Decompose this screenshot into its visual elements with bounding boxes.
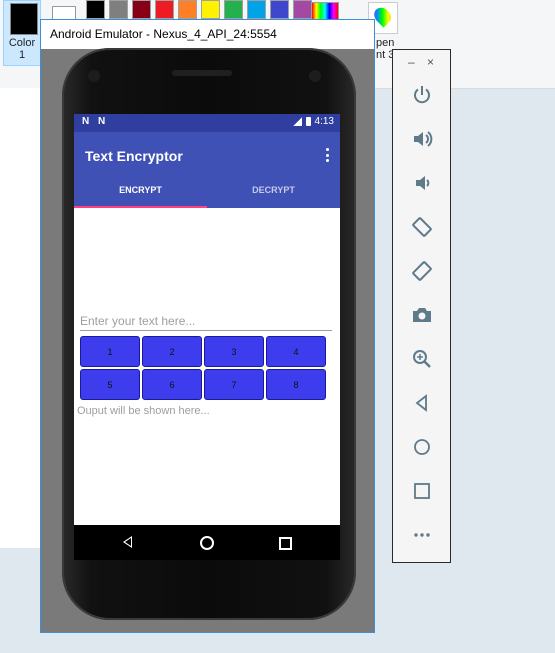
palette-swatch[interactable] — [86, 0, 105, 19]
palette-swatch[interactable] — [155, 0, 174, 19]
rotate-left-icon[interactable] — [408, 213, 436, 241]
nav-home-icon[interactable] — [200, 536, 214, 550]
text-input[interactable]: Enter your text here... — [80, 312, 332, 331]
toolbar-close-button[interactable]: × — [427, 55, 434, 69]
key-4-button[interactable]: 4 — [266, 336, 326, 367]
palette-swatch[interactable] — [109, 0, 128, 19]
palette-swatch[interactable] — [224, 0, 243, 19]
key-3-button[interactable]: 3 — [204, 336, 264, 367]
more-icon[interactable] — [408, 521, 436, 549]
overflow-menu-icon[interactable] — [326, 148, 330, 162]
volume-down-icon[interactable] — [408, 169, 436, 197]
key-1-button[interactable]: 1 — [80, 336, 140, 367]
power-icon[interactable] — [408, 81, 436, 109]
color1-swatch — [10, 3, 38, 35]
key-7-button[interactable]: 7 — [204, 369, 264, 400]
back-icon[interactable] — [408, 389, 436, 417]
key-2-button[interactable]: 2 — [142, 336, 202, 367]
emulator-toolbar: – × — [392, 49, 451, 563]
color1-button[interactable]: Color 1 — [3, 0, 41, 66]
palette-swatch[interactable] — [201, 0, 220, 19]
notification-n-icon: N — [82, 116, 90, 127]
nav-recents-icon[interactable] — [279, 537, 292, 550]
status-icons: 4:13 — [292, 116, 334, 127]
volume-up-icon[interactable] — [408, 125, 436, 153]
phone-camera — [309, 70, 321, 82]
output-text: Ouput will be shown here... — [77, 405, 210, 417]
battery-icon — [305, 117, 311, 126]
key-6-button[interactable]: 6 — [142, 369, 202, 400]
nav-back-icon[interactable] — [123, 536, 132, 548]
palette-swatch[interactable] — [178, 0, 197, 19]
key-grid: 1 2 3 4 5 6 7 8 — [80, 336, 326, 400]
overview-icon[interactable] — [408, 477, 436, 505]
paint-canvas[interactable] — [0, 88, 40, 548]
palette-swatch[interactable] — [132, 0, 151, 19]
toolbar-minimize-button[interactable]: – — [408, 55, 415, 69]
tab-indicator — [74, 206, 207, 208]
emulator-window-title: Android Emulator - Nexus_4_API_24:5554 — [50, 27, 277, 41]
key-8-button[interactable]: 8 — [266, 369, 326, 400]
camera-icon[interactable] — [408, 301, 436, 329]
app-bar: Text Encryptor ENCRYPT DECRYPT — [74, 132, 340, 208]
palette-swatch[interactable] — [270, 0, 289, 19]
tab-decrypt[interactable]: DECRYPT — [207, 185, 340, 195]
home-icon[interactable] — [408, 433, 436, 461]
status-time: 4:13 — [314, 116, 334, 127]
notification-n-icon: N — [98, 116, 106, 127]
phone-speaker — [172, 70, 232, 76]
emulator-titlebar[interactable]: Android Emulator - Nexus_4_API_24:5554 — [41, 20, 374, 49]
color1-label: Color 1 — [8, 37, 36, 61]
rotate-right-icon[interactable] — [408, 257, 436, 285]
status-bar: N N 4:13 — [74, 114, 340, 132]
palette-swatch[interactable] — [293, 0, 312, 19]
phone-screen: N N 4:13 Text Encryptor ENCRYPT DECRYPT … — [74, 114, 340, 560]
signal-icon — [292, 117, 302, 126]
nav-bar — [74, 525, 340, 560]
tab-encrypt[interactable]: ENCRYPT — [74, 185, 207, 195]
app-title: Text Encryptor — [85, 148, 183, 164]
palette-swatch[interactable] — [247, 0, 266, 19]
key-5-button[interactable]: 5 — [80, 369, 140, 400]
zoom-icon[interactable] — [408, 345, 436, 373]
phone-sensor-left — [88, 70, 100, 82]
